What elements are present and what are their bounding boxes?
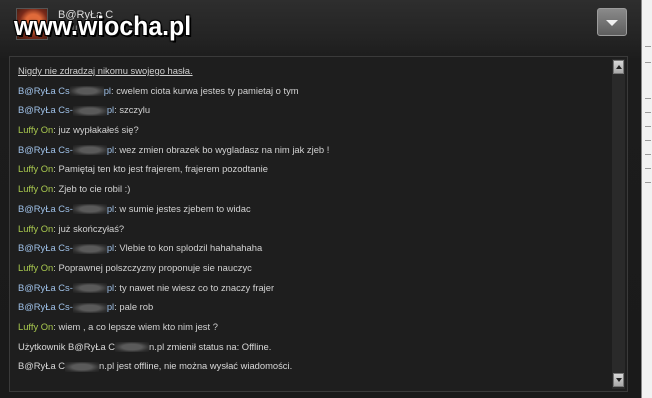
message-text: : szczylu <box>114 104 151 116</box>
message-row: B@RyŁa Cs-pl: szczylu <box>18 100 610 120</box>
blurred-region <box>69 86 104 97</box>
system-message: B@RyŁa Cn.pl jest offline, nie można wys… <box>18 360 293 372</box>
chevron-down-icon <box>606 20 618 26</box>
message-row: B@RyŁa Cs-pl: ty nawet nie wiesz co to z… <box>18 278 610 298</box>
message-warning: Nigdy nie zdradzaj nikomu swojego hasła. <box>18 61 610 81</box>
message-text: : Poprawnej polszczyzny proponuje sie na… <box>53 261 252 273</box>
message-text: : Zjeb to cie robil :) <box>53 183 131 195</box>
sender-name: B@RyŁa Cs-pl <box>18 242 115 254</box>
sender-name: Luffy On <box>18 183 54 195</box>
blurred-region <box>72 105 107 116</box>
sender-name: B@RyŁa Cs-pl <box>18 281 115 294</box>
blurred-region <box>65 361 100 372</box>
chat-window: B@RyŁa C emu www.wiocha.pl Nigdy nie zdr… <box>0 0 652 398</box>
vertical-scrollbar[interactable] <box>612 59 625 389</box>
sender-name: B@RyŁa Cs pl <box>18 84 112 97</box>
message-text: : cwelem ciota kurwa jestes ty pamietaj … <box>111 84 299 96</box>
message-row: B@RyŁa Cs pl: cwelem ciota kurwa jestes t… <box>18 81 610 101</box>
scroll-down-button[interactable] <box>613 373 624 387</box>
message-row: Luffy On: Poprawnej polszczyzny proponuj… <box>18 258 610 278</box>
message-text: : ty nawet nie wiesz co to znaczy frajer <box>114 281 275 293</box>
sender-name: B@RyŁa Cs-pl <box>18 143 115 156</box>
message-list: Nigdy nie zdradzaj nikomu swojego hasła.… <box>18 61 610 376</box>
message-history[interactable]: Nigdy nie zdradzaj nikomu swojego hasła.… <box>9 56 628 392</box>
message-text: : w sumie jestes zjebem to widac <box>114 202 251 214</box>
chat-header: B@RyŁa C emu www.wiocha.pl <box>0 0 640 58</box>
scroll-up-button[interactable] <box>613 60 624 74</box>
message-text: : już skończyłaś? <box>53 222 125 234</box>
arrow-down-icon <box>616 378 622 382</box>
message-text: : juz wypłakałeś się? <box>53 124 139 136</box>
blurred-region <box>72 302 107 313</box>
message-row: B@RyŁa Cs-pl: Vlebie to kon splodzil hah… <box>18 238 610 258</box>
sender-name: B@RyŁa Cs-pl <box>18 301 115 313</box>
watermark: www.wiocha.pl <box>14 11 192 41</box>
blurred-region <box>72 283 107 294</box>
message-row: Luffy On: Zjeb to cie robil :) <box>18 179 610 199</box>
adjacent-window-edge <box>641 0 652 398</box>
message-text: : wiem , a co lepsze wiem kto nim jest ? <box>53 320 218 332</box>
blurred-region <box>115 342 150 353</box>
message-row: B@RyŁa Cs-pl: wez zmien obrazek bo wygla… <box>18 140 610 160</box>
blurred-region <box>72 243 107 254</box>
sender-name: B@RyŁa Cs-pl <box>18 202 115 215</box>
message-text: : wez zmien obrazek bo wygladasz na nim … <box>114 143 330 155</box>
message-row: B@RyŁa Cs-pl: pale rob <box>18 297 610 317</box>
sender-name: Luffy On <box>18 261 54 273</box>
blurred-region <box>72 204 107 215</box>
sender-name: Luffy On <box>18 222 54 234</box>
sender-name: Luffy On <box>18 163 54 175</box>
sender-name: Luffy On <box>18 124 54 136</box>
system-message: Użytkownik B@RyŁa Cn.pl zmienił status n… <box>18 340 272 353</box>
warning-text: Nigdy nie zdradzaj nikomu swojego hasła. <box>18 65 193 76</box>
message-text: : Pamiętaj ten kto jest frajerem, frajer… <box>53 163 268 175</box>
message-row: Luffy On: już skończyłaś? <box>18 219 610 239</box>
message-row: B@RyŁa Cs-pl: w sumie jestes zjebem to w… <box>18 199 610 219</box>
sender-name: Luffy On <box>18 320 54 332</box>
message-text: : Vlebie to kon splodzil hahahahaha <box>114 242 263 254</box>
options-dropdown-button[interactable] <box>597 8 627 36</box>
message-row: Luffy On: Pamiętaj ten kto jest frajerem… <box>18 159 610 179</box>
message-row: Luffy On: juz wypłakałeś się? <box>18 120 610 140</box>
sender-name: B@RyŁa Cs-pl <box>18 104 115 116</box>
arrow-up-icon <box>616 65 622 69</box>
message-text: : pale rob <box>114 301 154 313</box>
blurred-region <box>72 145 107 156</box>
message-row: Luffy On: wiem , a co lepsze wiem kto ni… <box>18 317 610 337</box>
